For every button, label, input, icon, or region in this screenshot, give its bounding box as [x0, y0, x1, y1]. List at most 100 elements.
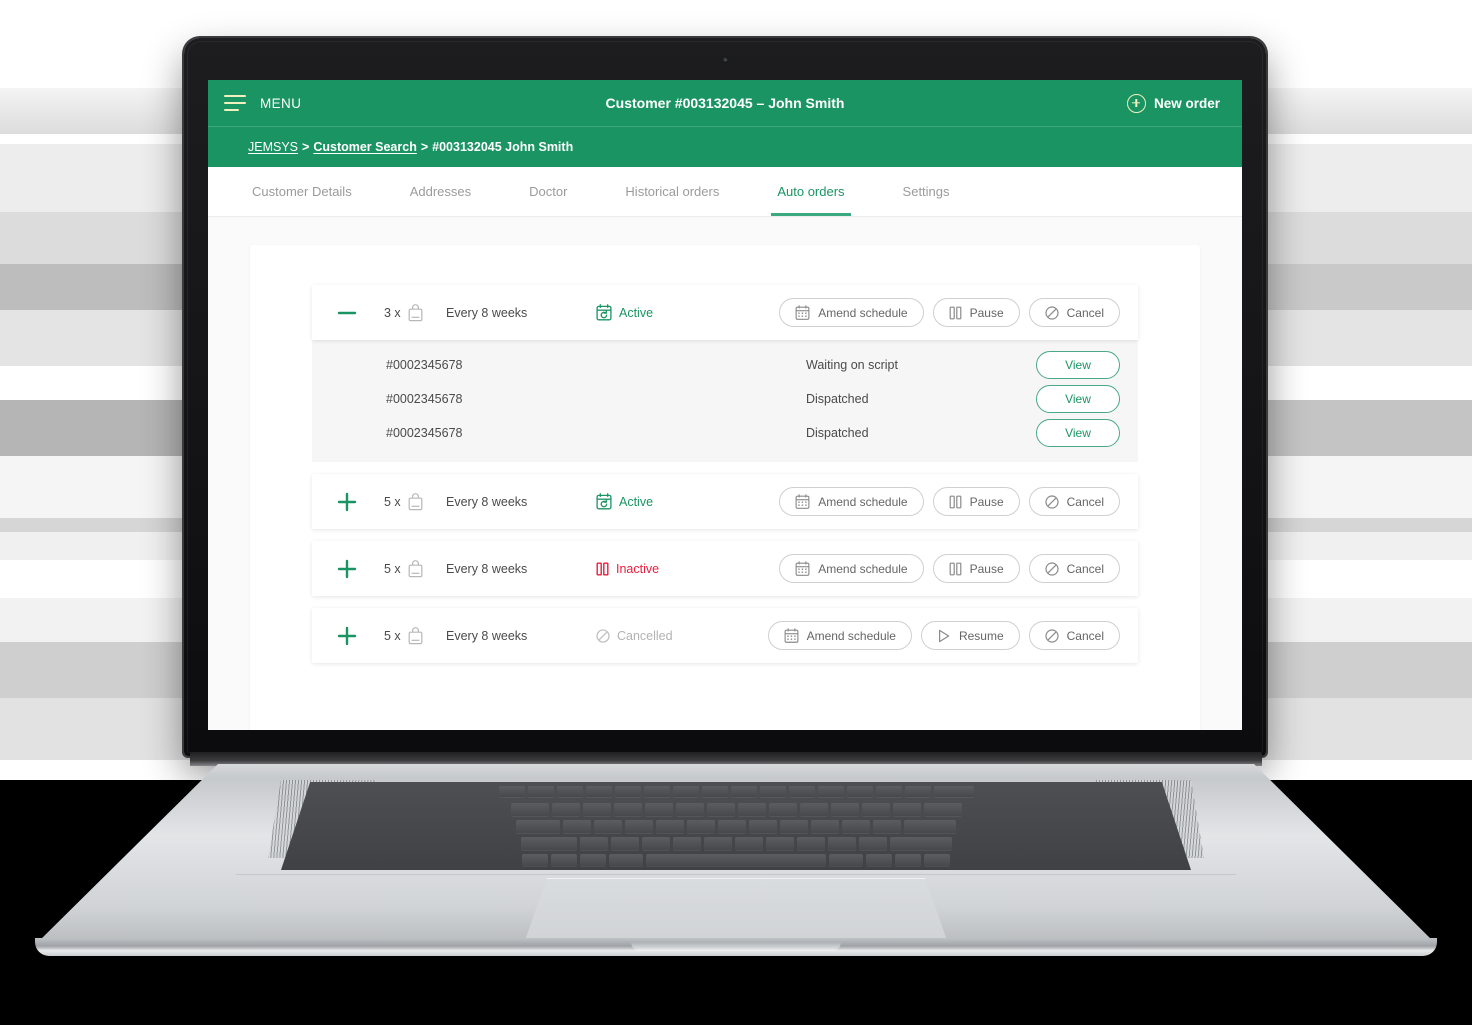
tab-auto-orders[interactable]: Auto orders [771, 167, 851, 216]
sub-order-id: #0002345678 [386, 426, 463, 440]
tab-historical-orders[interactable]: Historical orders [621, 167, 723, 216]
order-status-label: Active [619, 494, 654, 509]
pause-icon [949, 306, 962, 319]
breadcrumb-current: #003132045 John Smith [432, 140, 574, 154]
pause-button[interactable]: Pause [932, 487, 1020, 516]
breadcrumb: JEMSYS > Customer Search > #003132045 John S… [248, 140, 573, 154]
sub-order-id: #0002345678 [386, 392, 463, 406]
sub-order-status: Dispatched [806, 392, 869, 406]
order-actions: Amend schedule Pause Cancel [779, 554, 1120, 583]
order-quantity: 5 x [384, 626, 446, 645]
order-quantity-label: 5 x [384, 494, 401, 509]
prohibition-icon [1045, 305, 1059, 320]
calendar-icon [795, 494, 810, 509]
order-status: Inactive [596, 562, 736, 576]
shopping-bag-icon [408, 626, 423, 644]
calendar-recurring-icon [596, 304, 612, 321]
scene: MENU Customer #003132045 – John Smith Ne… [0, 0, 1472, 1025]
expand-toggle-plus-icon[interactable] [334, 491, 360, 513]
breadcrumb-separator: > [420, 140, 429, 154]
order-actions: Amend schedule Resume Cancel [767, 621, 1120, 650]
prohibition-icon [596, 628, 610, 643]
prohibition-icon [1045, 494, 1059, 509]
breadcrumb-bar: JEMSYS > Customer Search > #003132045 John S… [208, 126, 1242, 167]
order-quantity-label: 5 x [384, 561, 401, 576]
breadcrumb-link-customer-search[interactable]: Customer Search [313, 140, 417, 154]
tab-settings[interactable]: Settings [899, 167, 954, 216]
sub-orders-panel: #0002345678 Waiting on script View #0002… [312, 340, 1138, 462]
order-status-label: Inactive [616, 561, 660, 576]
amend-schedule-button[interactable]: Amend schedule [767, 621, 912, 650]
tab-bar: Customer Details Addresses Doctor Histor… [208, 167, 1242, 217]
order-status-label: Active [619, 305, 654, 320]
order-frequency: Every 8 weeks [446, 305, 528, 320]
breadcrumb-link-root[interactable]: JEMSYS [248, 140, 298, 154]
cancel-button[interactable]: Cancel [1028, 621, 1120, 650]
cancel-button[interactable]: Cancel [1028, 487, 1120, 516]
row-spacer [312, 529, 1138, 541]
auto-order-row: 5 x Every 8 weeks [312, 541, 1138, 596]
resume-button[interactable]: Resume [920, 621, 1020, 650]
pause-label: Pause [969, 561, 1004, 576]
order-quantity: 3 x [384, 303, 446, 322]
sub-order-status: Waiting on script [806, 358, 898, 372]
resume-label: Resume [958, 628, 1004, 643]
view-button[interactable]: View [1036, 385, 1120, 413]
keyboard [281, 782, 1191, 870]
laptop-mockup: MENU Customer #003132045 – John Smith Ne… [0, 0, 1472, 1025]
pause-label: Pause [969, 494, 1004, 509]
tab-doctor[interactable]: Doctor [525, 167, 571, 216]
calendar-recurring-icon [596, 493, 612, 510]
cancel-label: Cancel [1066, 561, 1104, 576]
amend-schedule-button[interactable]: Amend schedule [779, 298, 924, 327]
shopping-bag-icon [408, 303, 423, 321]
pause-label: Pause [969, 305, 1004, 320]
page-title: Customer #003132045 – John Smith [605, 95, 845, 111]
auto-order-group: 5 x Every 8 weeks [312, 541, 1138, 596]
pause-button[interactable]: Pause [932, 298, 1020, 327]
amend-schedule-button[interactable]: Amend schedule [779, 554, 924, 583]
view-button[interactable]: View [1036, 351, 1120, 379]
collapse-toggle-minus-icon[interactable] [334, 302, 360, 324]
sub-order-row: #0002345678 Dispatched View [334, 382, 1120, 416]
sub-order-id: #0002345678 [386, 358, 463, 372]
cancel-button[interactable]: Cancel [1028, 298, 1120, 327]
auto-order-group: 3 x Every 8 weeks Active Amend schedule … [312, 285, 1138, 462]
order-status-label: Cancelled [617, 628, 673, 643]
shopping-bag-icon [408, 559, 423, 577]
auto-order-group: 5 x Every 8 weeks [312, 608, 1138, 663]
auto-order-row: 3 x Every 8 weeks Active Amend schedule … [312, 285, 1138, 340]
pause-button[interactable]: Pause [932, 554, 1020, 583]
prohibition-icon [1045, 561, 1059, 576]
calendar-icon [795, 305, 810, 320]
order-frequency: Every 8 weeks [446, 628, 528, 643]
plus-circle-icon [1126, 93, 1146, 113]
new-order-button[interactable]: New order [1126, 93, 1220, 113]
order-status: Cancelled [596, 629, 736, 643]
view-button[interactable]: View [1036, 419, 1120, 447]
amend-schedule-label: Amend schedule [818, 305, 908, 320]
order-frequency: Every 8 weeks [446, 494, 528, 509]
tab-addresses[interactable]: Addresses [406, 167, 475, 216]
pause-icon [949, 562, 962, 575]
order-quantity-label: 3 x [384, 305, 401, 320]
page-body: 3 x Every 8 weeks Active Amend schedule … [208, 217, 1242, 730]
amend-schedule-label: Amend schedule [818, 494, 908, 509]
amend-schedule-button[interactable]: Amend schedule [779, 487, 924, 516]
expand-toggle-plus-icon[interactable] [334, 625, 360, 647]
calendar-icon [795, 561, 810, 576]
hamburger-menu-icon[interactable] [224, 95, 246, 111]
laptop-front-notch [631, 942, 841, 951]
application-window: MENU Customer #003132045 – John Smith Ne… [208, 80, 1242, 730]
order-actions: Amend schedule Pause Cancel [779, 298, 1120, 327]
order-quantity: 5 x [384, 492, 446, 511]
menu-label[interactable]: MENU [260, 96, 301, 111]
auto-order-group: 5 x Every 8 weeks [312, 474, 1138, 529]
order-frequency: Every 8 weeks [446, 561, 528, 576]
auto-orders-panel: 3 x Every 8 weeks Active Amend schedule … [250, 245, 1200, 730]
tab-customer-details[interactable]: Customer Details [248, 167, 356, 216]
expand-toggle-plus-icon[interactable] [334, 558, 360, 580]
cancel-button[interactable]: Cancel [1028, 554, 1120, 583]
sub-order-row: #0002345678 Dispatched View [334, 416, 1120, 450]
new-order-label: New order [1153, 95, 1220, 111]
